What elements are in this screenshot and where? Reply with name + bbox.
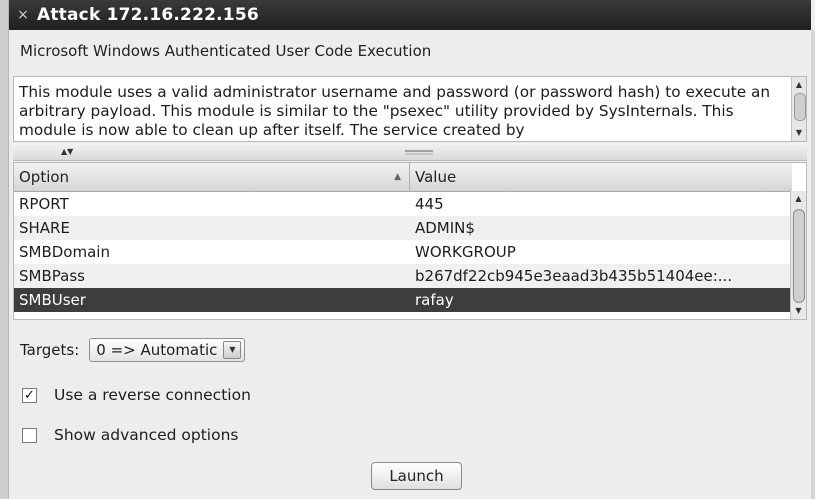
launch-button[interactable]: Launch bbox=[371, 462, 462, 490]
scroll-up-icon[interactable]: ▲ bbox=[792, 79, 806, 91]
targets-label: Targets: bbox=[20, 341, 80, 359]
module-description: This module uses a valid administrator u… bbox=[19, 83, 771, 139]
attack-dialog: × Attack 172.16.222.156 Microsoft Window… bbox=[0, 0, 815, 499]
reverse-connection-label[interactable]: Use a reverse connection bbox=[54, 386, 251, 404]
scroll-down-icon[interactable]: ▼ bbox=[792, 127, 806, 139]
scroll-up-icon[interactable]: ▲ bbox=[791, 193, 806, 205]
option-value[interactable]: 445 bbox=[410, 192, 792, 216]
option-name: SMBUser bbox=[19, 291, 86, 309]
scroll-thumb[interactable] bbox=[794, 93, 806, 121]
table-header: Option ▲ Value bbox=[14, 163, 792, 192]
table-row[interactable]: RPORT 445 bbox=[14, 192, 792, 216]
column-header-option[interactable]: Option ▲ bbox=[14, 163, 410, 191]
advanced-options-checkbox[interactable] bbox=[22, 427, 37, 443]
options-table: Option ▲ Value RPORT 445 SHARE ADMIN$ SM… bbox=[13, 162, 807, 320]
table-row[interactable]: SMBPass b267df22cb945e3eaad3b435b51404ee… bbox=[14, 264, 792, 288]
option-name: SMBPass bbox=[19, 267, 85, 285]
table-row[interactable]: SMBDomain WORKGROUP bbox=[14, 240, 792, 264]
option-name: SHARE bbox=[19, 219, 70, 237]
module-name: Microsoft Windows Authenticated User Cod… bbox=[20, 42, 432, 60]
title-bar: × Attack 172.16.222.156 bbox=[9, 0, 811, 30]
option-value[interactable]: b267df22cb945e3eaad3b435b51404ee:... bbox=[410, 264, 792, 288]
table-row-selected[interactable]: SMBUser rafay bbox=[14, 288, 792, 312]
option-name: SMBDomain bbox=[19, 243, 110, 261]
targets-select[interactable]: 0 => Automatic ▼ bbox=[89, 338, 246, 362]
table-scrollbar[interactable]: ▲ ▼ bbox=[790, 191, 806, 319]
targets-row: Targets: 0 => Automatic ▼ bbox=[20, 338, 246, 362]
splitter-grip[interactable] bbox=[405, 150, 433, 152]
pane-splitter[interactable]: ▲▼ bbox=[13, 143, 807, 161]
sort-ascending-icon: ▲ bbox=[394, 172, 401, 182]
option-value[interactable]: ADMIN$ bbox=[410, 216, 792, 240]
module-description-box: This module uses a valid administrator u… bbox=[13, 76, 807, 142]
targets-selected-value: 0 => Automatic bbox=[96, 341, 218, 359]
window-title: Attack 172.16.222.156 bbox=[37, 5, 259, 25]
advanced-options-row[interactable]: Show advanced options bbox=[22, 426, 239, 444]
dropdown-arrow-icon[interactable]: ▼ bbox=[223, 341, 242, 359]
scroll-thumb[interactable] bbox=[793, 209, 805, 303]
left-border bbox=[0, 0, 9, 499]
option-value[interactable]: WORKGROUP bbox=[410, 240, 792, 264]
column-header-value[interactable]: Value bbox=[410, 163, 792, 191]
advanced-options-label[interactable]: Show advanced options bbox=[54, 426, 239, 444]
reverse-connection-checkbox[interactable]: ✓ bbox=[22, 387, 37, 403]
option-name: RPORT bbox=[19, 195, 69, 213]
right-border bbox=[811, 30, 815, 499]
table-row[interactable]: SHARE ADMIN$ bbox=[14, 216, 792, 240]
splitter-arrows-icon[interactable]: ▲▼ bbox=[61, 147, 73, 156]
reverse-connection-row[interactable]: ✓ Use a reverse connection bbox=[22, 386, 251, 404]
description-scrollbar[interactable]: ▲ ▼ bbox=[791, 77, 806, 141]
close-icon[interactable]: × bbox=[9, 7, 37, 23]
option-value[interactable]: rafay bbox=[410, 288, 792, 312]
scroll-down-icon[interactable]: ▼ bbox=[791, 305, 806, 317]
